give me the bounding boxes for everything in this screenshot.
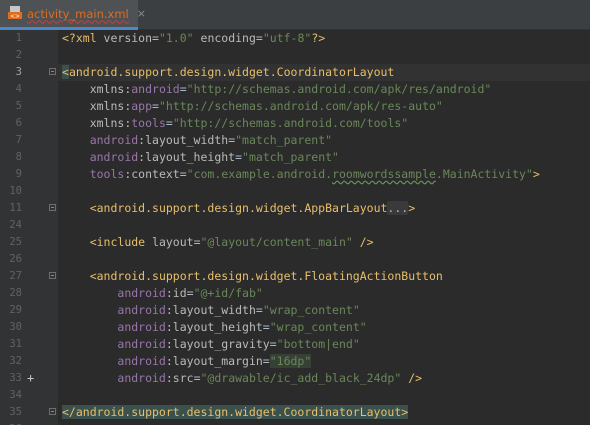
line-number: 3 [15, 66, 22, 78]
line-number: 1 [15, 32, 22, 44]
code-text: <?xml version="1.0" encoding="utf-8"?> [62, 31, 326, 45]
code-line: 30 android:layout_height="wrap_content" [0, 319, 590, 336]
line-number: 6 [15, 117, 22, 129]
code-line: 34 [0, 387, 590, 404]
svg-text:<>: <> [10, 13, 20, 20]
code-line: 32 android:layout_margin="16dp" [0, 353, 590, 370]
code-editor[interactable]: 1 <?xml version="1.0" encoding="utf-8"?>… [0, 30, 590, 425]
code-text: android:layout_width="wrap_content" [117, 303, 360, 317]
code-line: 9 tools:context="com.example.android.roo… [0, 166, 590, 183]
code-line: 33 + android:src="@drawable/ic_add_black… [0, 370, 590, 387]
line-number: 35 [9, 406, 22, 418]
code-line: 28 android:id="@+id/fab" [0, 285, 590, 302]
code-text: android:id="@+id/fab" [117, 286, 263, 300]
code-text: <android.support.design.widget.Coordinat… [62, 65, 395, 79]
code-line: 26 [0, 251, 590, 268]
fold-marker-icon[interactable] [49, 272, 56, 279]
code-text: xmlns:tools="http://schemas.android.com/… [89, 116, 409, 130]
code-line: 24 [0, 217, 590, 234]
code-text: android:layout_gravity="bottom|end" [117, 337, 360, 351]
code-text: </android.support.design.widget.Coordina… [62, 405, 409, 419]
code-line: 31 android:layout_gravity="bottom|end" [0, 336, 590, 353]
line-number: 31 [9, 338, 22, 350]
line-number: 27 [9, 270, 22, 282]
code-line: 35 </android.support.design.widget.Coord… [0, 404, 590, 421]
code-text: android:layout_width="match_parent" [89, 133, 333, 147]
code-line: 36 [0, 421, 590, 425]
line-number: 36 [0, 421, 22, 425]
line-number: 32 [9, 355, 22, 367]
line-number: 30 [9, 321, 22, 333]
code-line-current: 3 <android.support.design.widget.Coordin… [0, 64, 590, 81]
line-number: 24 [9, 219, 22, 231]
tab-close-button[interactable]: × [137, 7, 146, 20]
code-text: android:layout_margin="16dp" [117, 354, 312, 368]
line-number: 25 [9, 236, 22, 248]
line-number: 8 [15, 151, 22, 163]
code-text: tools:context="com.example.android.roomw… [89, 167, 540, 181]
code-text: xmlns:app="http://schemas.android.com/ap… [89, 99, 443, 113]
tab-label: activity_main.xml [27, 6, 129, 21]
line-number: 26 [9, 253, 22, 265]
code-line: 2 [0, 47, 590, 64]
add-icon[interactable]: + [27, 370, 34, 387]
line-number: 9 [15, 168, 22, 180]
code-line: 11 <android.support.design.widget.AppBar… [0, 200, 590, 217]
tab-activity-main-xml[interactable]: <> activity_main.xml × [0, 0, 146, 30]
line-number: 33 [9, 372, 22, 384]
line-number: 4 [15, 83, 22, 95]
code-line: 10 [0, 183, 590, 200]
line-number: 10 [9, 185, 22, 197]
code-line: 29 android:layout_width="wrap_content" [0, 302, 590, 319]
code-line: 5 xmlns:app="http://schemas.android.com/… [0, 98, 590, 115]
android-studio-editor: <> activity_main.xml × 1 <?xml version="… [0, 0, 590, 425]
code-text: <android.support.design.widget.AppBarLay… [89, 201, 416, 215]
code-line: 25 <include layout="@layout/content_main… [0, 234, 590, 251]
code-line: 27 <android.support.design.widget.Floati… [0, 268, 590, 285]
line-number: 29 [9, 304, 22, 316]
line-number: 28 [9, 287, 22, 299]
line-number: 5 [15, 100, 22, 112]
line-number: 34 [9, 389, 22, 401]
fold-marker-icon[interactable] [49, 68, 56, 75]
code-text: <android.support.design.widget.FloatingA… [89, 269, 443, 283]
fold-marker-icon[interactable] [49, 408, 56, 415]
line-number: 7 [15, 134, 22, 146]
line-number: 11 [9, 202, 22, 214]
code-line: 6 xmlns:tools="http://schemas.android.co… [0, 115, 590, 132]
code-line: 8 android:layout_height="match_parent" [0, 149, 590, 166]
code-text: xmlns:android="http://schemas.android.co… [89, 82, 492, 96]
fold-marker-icon[interactable] [49, 204, 56, 211]
code-line: 4 xmlns:android="http://schemas.android.… [0, 81, 590, 98]
folded-region[interactable]: ... [387, 201, 409, 215]
editor-tab-bar: <> activity_main.xml × [0, 0, 590, 30]
code-line: 1 <?xml version="1.0" encoding="utf-8"?> [0, 30, 590, 47]
code-line: 7 android:layout_width="match_parent" [0, 132, 590, 149]
code-text: <include layout="@layout/content_main" /… [89, 235, 374, 249]
code-text: android:layout_height="wrap_content" [117, 320, 367, 334]
code-text: android:src="@drawable/ic_add_black_24dp… [117, 371, 423, 385]
line-number: 2 [15, 49, 22, 61]
code-text: android:layout_height="match_parent" [89, 150, 339, 164]
xml-file-icon: <> [8, 6, 22, 21]
